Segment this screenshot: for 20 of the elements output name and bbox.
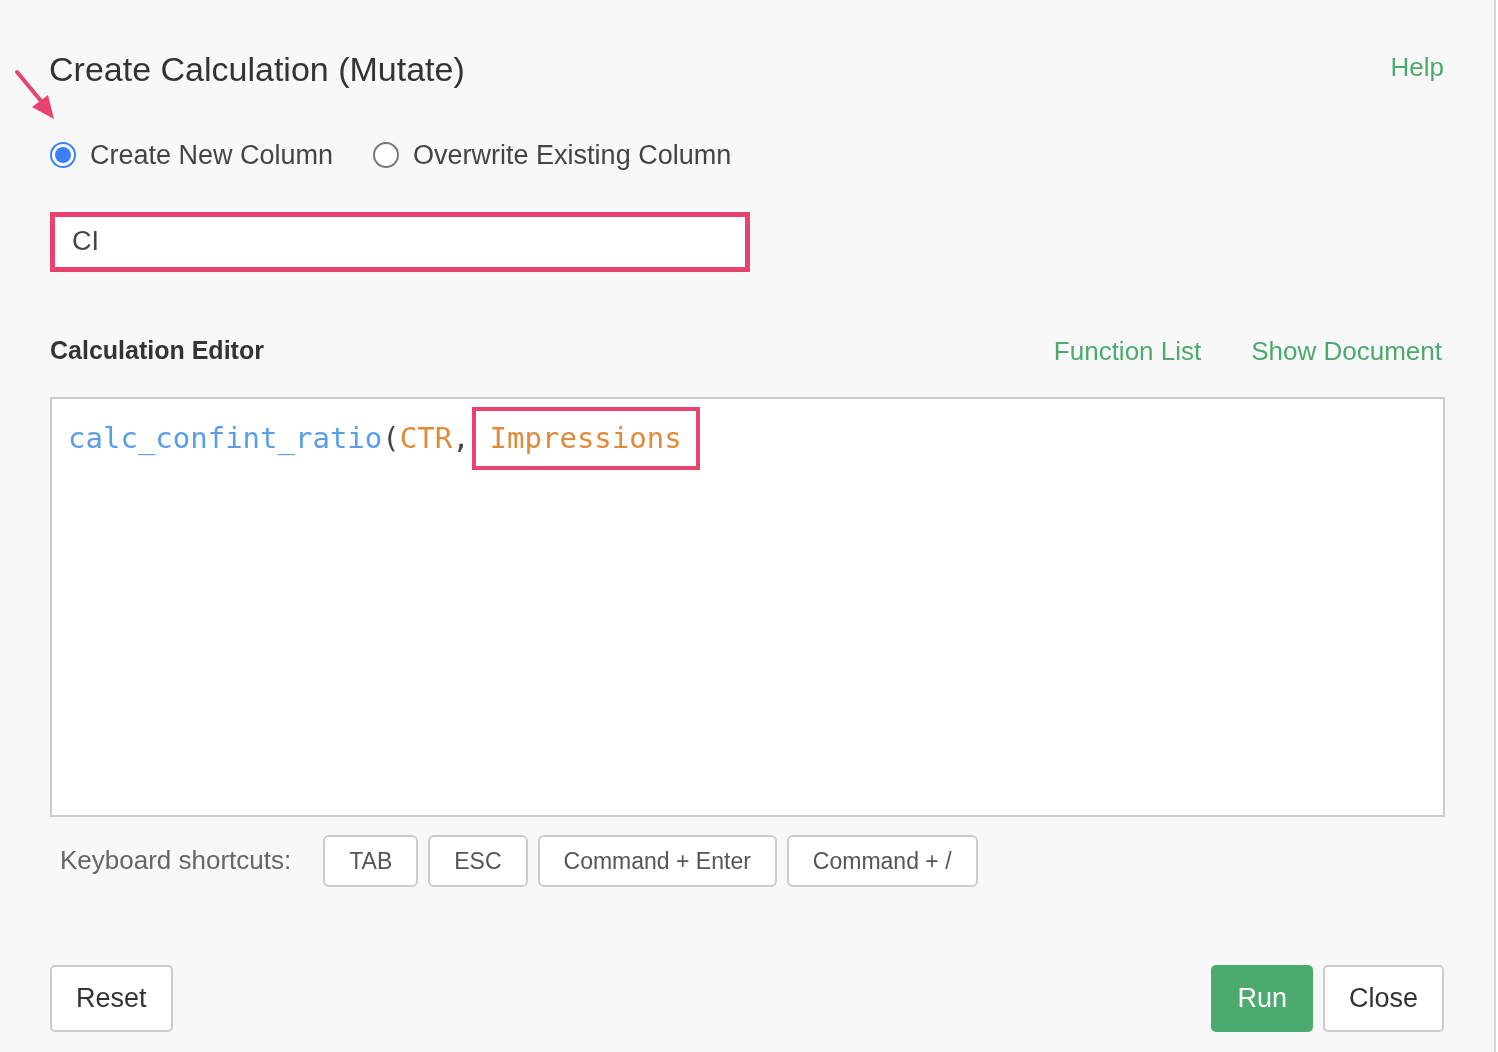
dialog-title: Create Calculation (Mutate) xyxy=(49,49,465,90)
action-button[interactable]: Reset xyxy=(50,965,173,1032)
column-name: CTR xyxy=(399,419,453,457)
action-button[interactable]: Close xyxy=(1322,965,1444,1032)
keyboard-key: TAB xyxy=(323,834,419,887)
shortcuts-label: Keyboard shortcuts: xyxy=(60,844,292,878)
function-name: calc_confint_ratio xyxy=(68,419,383,457)
section-title: Calculation Editor xyxy=(50,335,264,367)
keyboard-key: Command + / xyxy=(786,834,978,887)
code-editor[interactable]: calc_confint_ratio(CTR, Impressions xyxy=(50,396,1445,817)
code-punctuation: , xyxy=(452,419,470,457)
column-name-field[interactable]: CI xyxy=(50,211,750,272)
radio-button[interactable] xyxy=(50,142,76,169)
radio-label[interactable]: Create New Column xyxy=(90,135,334,176)
keyboard-key: ESC xyxy=(428,834,528,887)
radio-button[interactable] xyxy=(373,142,400,169)
radio-label[interactable]: Overwrite Existing Column xyxy=(413,135,732,176)
column-name: Impressions xyxy=(471,406,700,470)
code-punctuation: ( xyxy=(382,419,400,457)
keyboard-key: Command + Enter xyxy=(537,834,777,887)
